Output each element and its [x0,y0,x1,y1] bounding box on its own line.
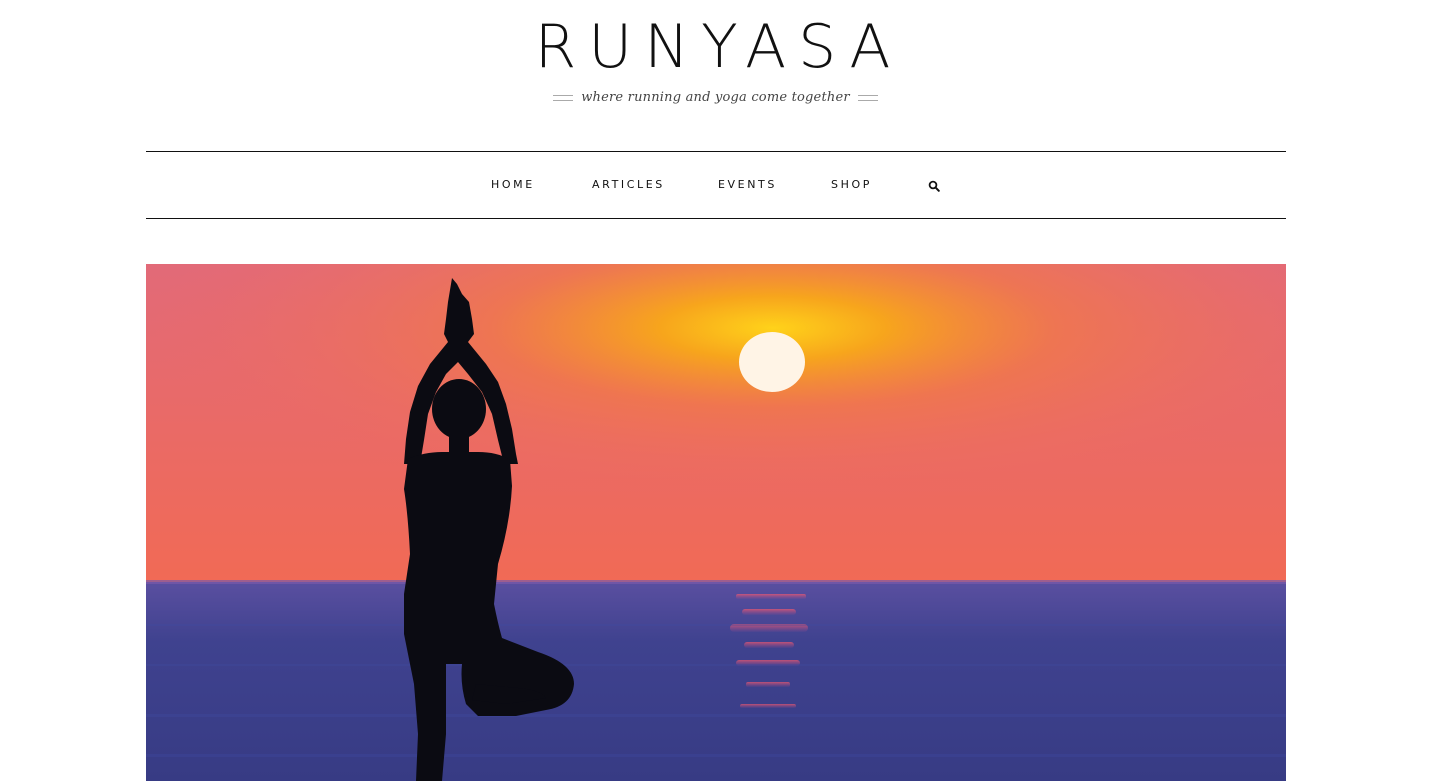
site-tagline: where running and yoga come together [581,90,850,105]
hero-image[interactable] [146,264,1286,781]
nav-item-home[interactable]: HOME [491,152,535,218]
tagline-divider-left [553,94,574,101]
search-icon[interactable] [928,179,940,192]
hero-yoga-sunset-illustration [146,264,1286,781]
tagline-divider-right [857,94,878,101]
nav-item-articles[interactable]: ARTICLES [592,152,665,218]
nav-item-events[interactable]: EVENTS [718,152,777,218]
sea [146,582,1286,781]
sun [739,332,805,392]
tagline-row: where running and yoga come together [0,90,1431,105]
site-header: RUNYASA where running and yoga come toge… [0,0,1431,150]
site-logo[interactable]: RUNYASA [0,12,1431,82]
main-navigation: HOME ARTICLES EVENTS SHOP [146,151,1286,219]
nav-item-shop[interactable]: SHOP [831,152,872,218]
